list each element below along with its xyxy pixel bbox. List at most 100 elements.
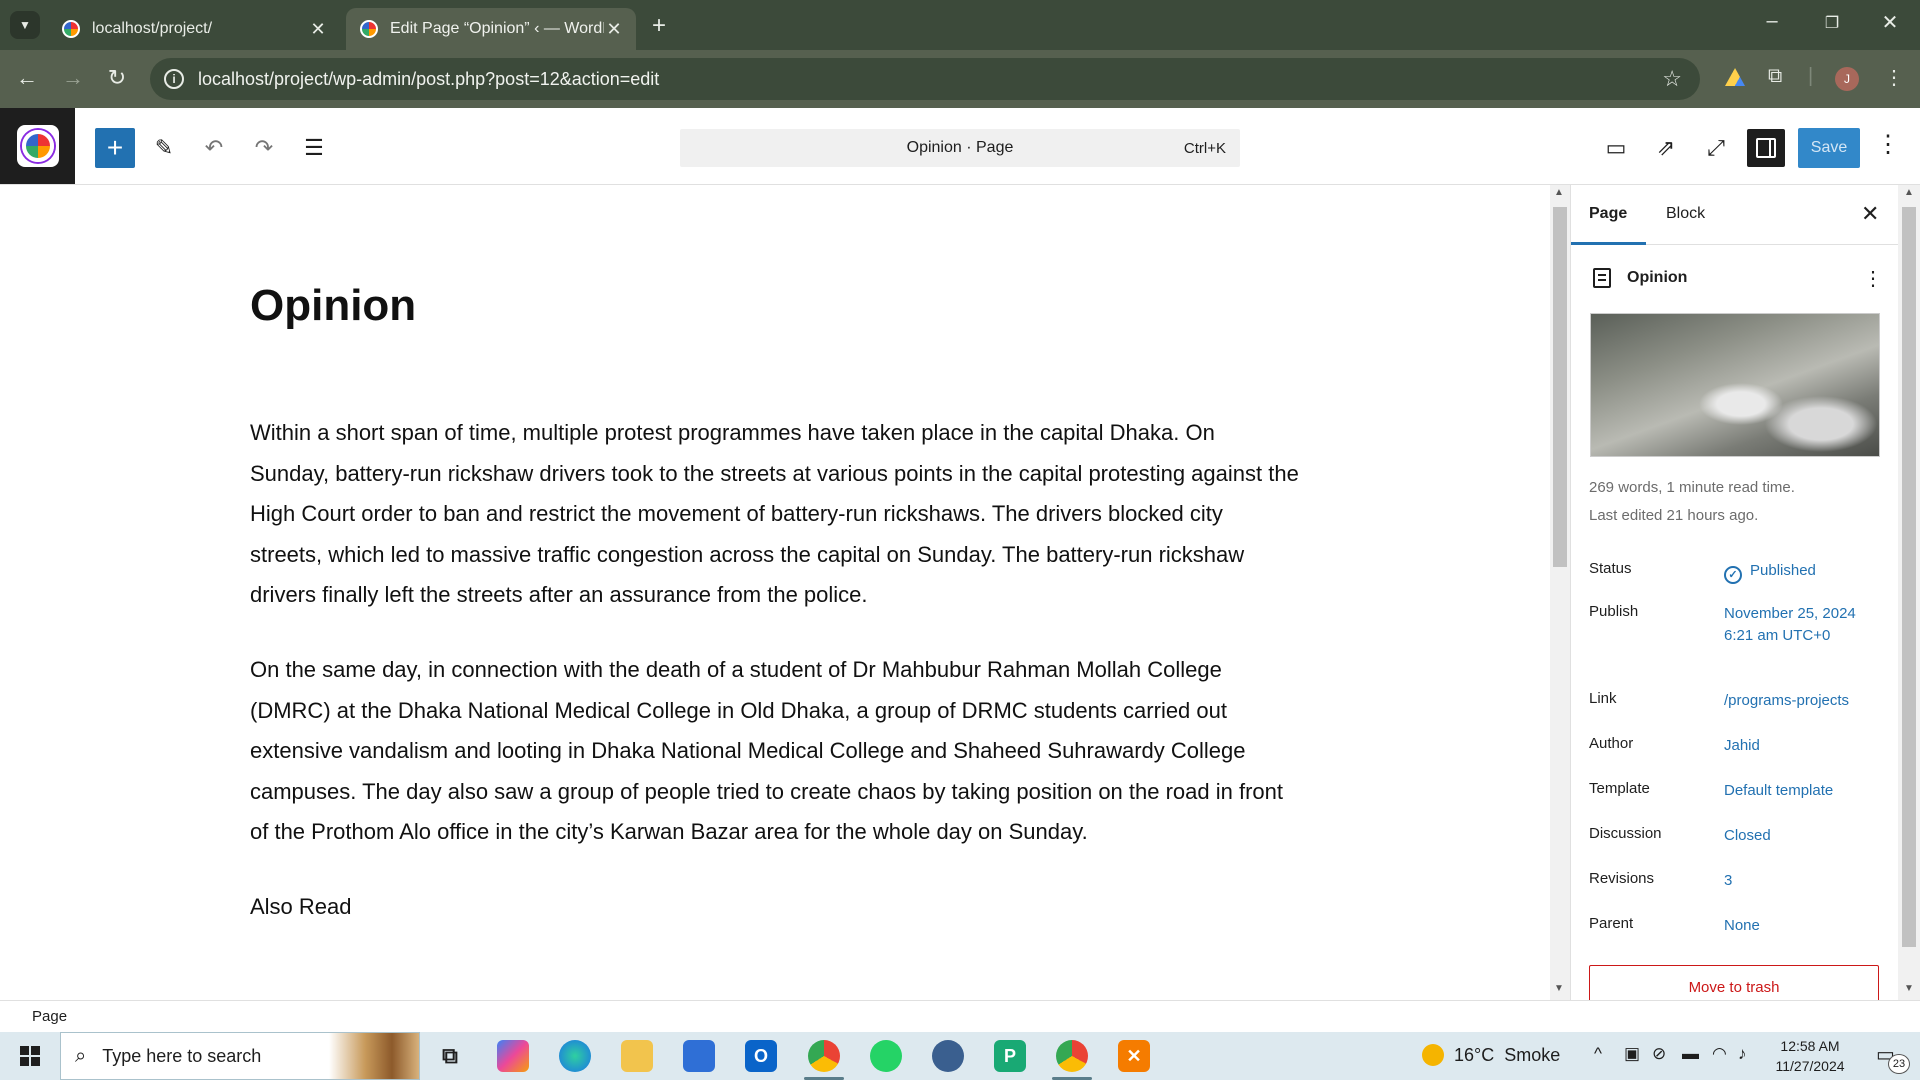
command-palette-bar[interactable]: Opinion · Page Ctrl+K — [680, 129, 1240, 167]
notification-count-badge: 23 — [1888, 1054, 1910, 1074]
published-check-icon: ✓ — [1724, 566, 1742, 584]
block-inserter-plus-icon[interactable]: + — [95, 128, 135, 168]
pencil-tools-icon[interactable]: ✎ — [146, 130, 182, 166]
move-to-trash-button[interactable]: Move to trash — [1589, 965, 1879, 1000]
windows-start-icon[interactable] — [20, 1046, 40, 1066]
bookmark-star-icon[interactable]: ☆ — [1662, 66, 1682, 92]
post-title[interactable]: Opinion — [250, 281, 416, 331]
options-more-icon[interactable]: ⋮ — [1876, 130, 1900, 159]
link-value[interactable]: /programs-projects — [1724, 690, 1884, 712]
scrollbar-thumb[interactable] — [1902, 207, 1916, 947]
status-label: Status — [1589, 560, 1632, 577]
sidebar-scrollbar[interactable]: ▲ ▼ — [1898, 185, 1920, 1000]
document-card-header: Opinion ⋮ — [1593, 265, 1883, 291]
file-explorer-icon[interactable] — [621, 1040, 653, 1072]
discussion-label: Discussion — [1589, 825, 1662, 842]
paragraph-block[interactable]: Also Read — [250, 887, 1300, 928]
scroll-up-icon[interactable]: ▲ — [1904, 187, 1914, 198]
device-preview-icon[interactable]: ▭ — [1598, 130, 1634, 166]
meet-now-icon[interactable]: ▣ — [1624, 1044, 1640, 1064]
document-overview-icon[interactable]: ☰ — [296, 130, 332, 166]
status-value: Published — [1750, 562, 1816, 579]
edge-browser-icon[interactable] — [559, 1040, 591, 1072]
tab-block[interactable]: Block — [1666, 205, 1705, 223]
tab-search-button[interactable]: ▼ — [10, 11, 40, 39]
browser-tab-localhost[interactable]: localhost/project/ ✕ — [48, 8, 340, 50]
template-label: Template — [1589, 780, 1650, 797]
weather-temperature: 16°C — [1454, 1044, 1495, 1065]
sidebar-panel-icon — [1756, 138, 1776, 158]
scroll-up-icon[interactable]: ▲ — [1554, 187, 1564, 198]
revisions-value[interactable]: 3 — [1724, 870, 1884, 892]
url-text[interactable]: localhost/project/wp-admin/post.php?post… — [198, 69, 1662, 90]
search-highlight-image — [329, 1033, 419, 1079]
pycharm-icon[interactable]: P — [994, 1040, 1026, 1072]
author-value[interactable]: Jahid — [1724, 735, 1884, 757]
copilot-icon[interactable] — [497, 1040, 529, 1072]
network-warning-icon[interactable]: ⊘ — [1652, 1044, 1666, 1064]
save-button[interactable]: Save — [1798, 128, 1860, 168]
redo-icon[interactable]: ↷ — [246, 130, 282, 166]
chrome-profile-icon[interactable] — [1056, 1040, 1088, 1072]
parent-label: Parent — [1589, 915, 1634, 932]
profile-avatar[interactable]: J — [1835, 67, 1859, 91]
site-icon-button[interactable] — [0, 108, 75, 184]
fullscreen-icon[interactable]: ⤢ — [1698, 130, 1734, 166]
microsoft-store-icon[interactable] — [683, 1040, 715, 1072]
browser-tab-edit-page[interactable]: Edit Page “Opinion” ‹ — WordPress ✕ — [346, 8, 636, 50]
volume-icon[interactable]: ♪ — [1738, 1044, 1747, 1064]
reload-icon[interactable]: ↻ — [102, 65, 132, 91]
scrollbar-thumb[interactable] — [1553, 207, 1567, 567]
xampp-icon[interactable]: ✕ — [1118, 1040, 1150, 1072]
scroll-down-icon[interactable]: ▼ — [1554, 983, 1564, 994]
site-info-icon[interactable]: i — [164, 69, 184, 89]
parent-row: Parent None — [1589, 915, 1889, 939]
settings-sidebar: Page Block ✕ Opinion ⋮ 269 words, 1 minu… — [1571, 185, 1898, 1000]
close-icon[interactable]: ✕ — [604, 19, 624, 40]
editor-header: + ✎ ↶ ↷ ☰ Opinion · Page Ctrl+K ▭ ⇗ ⤢ Sa… — [0, 108, 1920, 185]
document-actions-more-icon[interactable]: ⋮ — [1863, 266, 1883, 291]
chrome-icon[interactable] — [808, 1040, 840, 1072]
restore-icon[interactable]: ❐ — [1812, 13, 1852, 33]
word-count-text: 269 words, 1 minute read time. — [1589, 479, 1795, 496]
browser-menu-icon[interactable]: ⋮ — [1884, 65, 1904, 90]
media-app-icon[interactable] — [932, 1040, 964, 1072]
close-sidebar-icon[interactable]: ✕ — [1861, 201, 1879, 227]
publish-row: Publish November 25, 2024 6:21 am UTC+0 — [1589, 603, 1889, 669]
whatsapp-icon[interactable] — [870, 1040, 902, 1072]
system-clock[interactable]: 12:58 AM 11/27/2024 — [1760, 1036, 1860, 1076]
task-view-icon[interactable]: ⧉ — [434, 1040, 466, 1072]
back-arrow-icon[interactable]: ← — [12, 65, 42, 91]
publish-date-value[interactable]: November 25, 2024 6:21 am UTC+0 — [1724, 603, 1884, 647]
extensions-puzzle-icon[interactable]: ⧉ — [1768, 65, 1782, 88]
settings-sidebar-toggle[interactable] — [1747, 129, 1785, 167]
forward-arrow-icon[interactable]: → — [58, 65, 88, 91]
tab-page[interactable]: Page — [1589, 205, 1627, 223]
paragraph-block[interactable]: On the same day, in connection with the … — [250, 650, 1300, 853]
canvas-scrollbar[interactable]: ▲ ▼ — [1550, 185, 1570, 1000]
chevron-up-icon[interactable]: ^ — [1594, 1044, 1602, 1064]
undo-icon[interactable]: ↶ — [196, 130, 232, 166]
discussion-value[interactable]: Closed — [1724, 825, 1884, 847]
parent-value[interactable]: None — [1724, 915, 1884, 937]
taskbar-search-box[interactable]: ⌕ Type here to search — [60, 1032, 420, 1080]
close-icon[interactable]: ✕ — [308, 19, 328, 40]
view-page-external-icon[interactable]: ⇗ — [1648, 130, 1684, 166]
status-value-button[interactable]: ✓ Published — [1724, 560, 1884, 584]
window-close-icon[interactable]: ✕ — [1870, 10, 1910, 35]
featured-image[interactable] — [1590, 313, 1880, 457]
scroll-down-icon[interactable]: ▼ — [1904, 983, 1914, 994]
minimize-icon[interactable]: – — [1752, 10, 1792, 33]
paragraph-block[interactable]: Within a short span of time, multiple pr… — [250, 413, 1300, 616]
outlook-icon[interactable]: O — [745, 1040, 777, 1072]
template-value[interactable]: Default template — [1724, 780, 1884, 802]
author-row: Author Jahid — [1589, 735, 1889, 759]
weather-widget[interactable]: 16°C Smoke — [1422, 1044, 1560, 1066]
discussion-row: Discussion Closed — [1589, 825, 1889, 849]
new-tab-plus-icon[interactable]: + — [652, 12, 666, 40]
url-omnibox[interactable]: i localhost/project/wp-admin/post.php?po… — [150, 58, 1700, 100]
breadcrumb[interactable]: Page — [32, 1008, 67, 1025]
toolbar-divider: | — [1808, 65, 1814, 87]
wifi-icon[interactable]: ◠ — [1712, 1044, 1727, 1064]
battery-icon[interactable]: ▬ — [1682, 1044, 1699, 1064]
